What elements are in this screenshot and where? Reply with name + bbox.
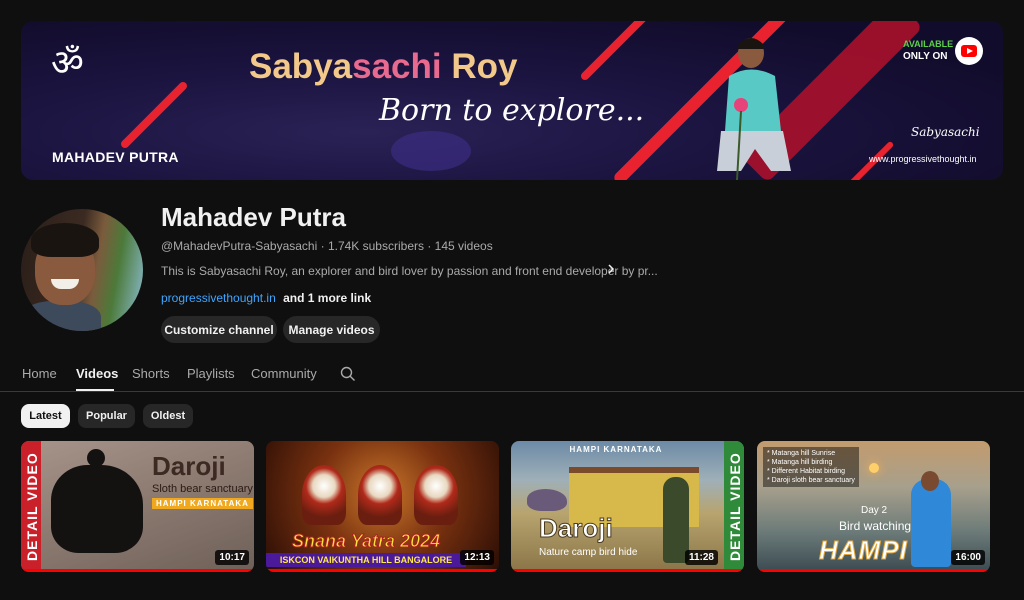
video-notes-overlay: * Matanga hill Sunrise * Matanga hill bi… — [763, 447, 859, 487]
tab-community[interactable]: Community — [251, 366, 317, 381]
person-head-image — [921, 471, 939, 491]
deity-image — [302, 465, 346, 525]
video-day-overlay: Day 2 — [861, 505, 888, 516]
video-title-overlay: Snana Yatra 2024 — [291, 531, 441, 552]
video-duration: 10:17 — [215, 550, 249, 565]
channel-banner: ॐ Sabyasachi Roy Born to explore... MAHA… — [21, 21, 1003, 180]
channel-avatar[interactable] — [21, 209, 143, 331]
avatar-hair — [31, 223, 99, 257]
channel-handle: @MahadevPutra-Sabyasachi — [161, 239, 318, 253]
banner-signature: Sabyasachi — [911, 125, 980, 139]
chip-oldest[interactable]: Oldest — [143, 404, 193, 428]
person-image — [911, 479, 951, 567]
video-side-label: DETAIL VIDEO — [727, 452, 743, 561]
video-location-overlay: HAMPI KARNATAKA — [569, 445, 663, 454]
video-side-label: DETAIL VIDEO — [24, 452, 40, 561]
watch-progress — [266, 569, 499, 572]
banner-only-on-text: ONLY ON — [903, 51, 948, 62]
video-side-banner: DETAIL VIDEO — [724, 441, 744, 572]
video-location-overlay: HAMPI KARNATAKA — [152, 498, 253, 509]
banner-tagline: Born to explore... — [379, 93, 645, 128]
video-thumbnail[interactable]: HAMPI KARNATAKA Daroji Nature camp bird … — [511, 441, 744, 572]
youtube-logo-icon — [955, 37, 983, 65]
video-thumbnail[interactable]: Snana Yatra 2024 ISKCON VAIKUNTHA HILL B… — [266, 441, 499, 572]
channel-meta: @MahadevPutra-Sabyasachi · 1.74K subscri… — [161, 239, 493, 253]
manage-videos-button[interactable]: Manage videos — [283, 316, 380, 343]
tab-videos[interactable]: Videos — [76, 366, 118, 381]
tab-playlists[interactable]: Playlists — [187, 366, 235, 381]
banner-channel-label: MAHADEV PUTRA — [52, 149, 179, 165]
video-duration: 11:28 — [684, 550, 718, 565]
video-title-overlay: HAMPI — [819, 535, 908, 566]
chip-popular[interactable]: Popular — [78, 404, 135, 428]
more-links-button[interactable]: and 1 more link — [283, 291, 371, 305]
deity-image — [358, 465, 402, 525]
video-note: * Different Habitat birding — [767, 468, 846, 475]
channel-subscribers: 1.74K subscribers — [327, 239, 424, 253]
banner-url: www.progressivethought.in — [869, 154, 977, 164]
video-subtitle-overlay: Bird watching — [839, 519, 912, 533]
avatar-shirt — [21, 301, 101, 331]
channel-video-count: 145 videos — [434, 239, 493, 253]
video-note: * Matanga hill Sunrise — [767, 450, 836, 457]
video-title-overlay: Daroji — [152, 451, 226, 481]
banner-name: Sabyasachi Roy — [249, 47, 517, 87]
video-duration: 12:13 — [460, 550, 494, 565]
chip-latest[interactable]: Latest — [21, 404, 70, 428]
channel-links: progressivethought.in and 1 more link — [161, 291, 371, 305]
channel-title: Mahadev Putra — [161, 202, 346, 232]
customize-channel-button[interactable]: Customize channel — [161, 316, 277, 343]
active-tab-indicator — [76, 389, 114, 391]
meta-separator: · — [423, 239, 435, 253]
channel-tabs: Home Videos Shorts Playlists Community — [0, 358, 1024, 392]
watch-progress — [21, 569, 254, 572]
video-side-banner: DETAIL VIDEO — [21, 441, 41, 572]
banner-name-part: sachi — [352, 47, 442, 86]
banner-stripe — [119, 80, 189, 150]
video-note: * Matanga hill birding — [767, 459, 833, 466]
banner-name-part: Roy — [441, 47, 518, 86]
om-icon: ॐ — [51, 43, 84, 84]
search-icon[interactable] — [340, 366, 356, 382]
video-note: * Daroji sloth bear sanctuary — [767, 477, 855, 484]
banner-blob — [391, 131, 471, 171]
banner-name-part: Sabya — [249, 47, 353, 86]
sloth-bear-image — [51, 465, 143, 553]
tab-shorts[interactable]: Shorts — [132, 366, 170, 381]
bird-image — [527, 489, 567, 511]
video-thumbnail[interactable]: * Matanga hill Sunrise * Matanga hill bi… — [757, 441, 990, 572]
banner-available-text: AVAILABLE — [903, 39, 954, 49]
channel-link[interactable]: progressivethought.in — [161, 291, 276, 305]
banner-stripe — [579, 21, 649, 82]
sloth-bear-cub-image — [87, 449, 105, 467]
banner-person-image — [717, 38, 791, 180]
channel-description[interactable]: This is Sabyasachi Roy, an explorer and … — [161, 264, 658, 278]
watch-progress — [757, 569, 990, 572]
video-subtitle-overlay: Nature camp bird hide — [539, 547, 638, 558]
chevron-right-icon[interactable] — [604, 262, 618, 276]
video-duration: 16:00 — [951, 550, 985, 565]
deity-image — [414, 465, 458, 525]
meta-separator: · — [317, 239, 328, 253]
video-location-overlay: ISKCON VAIKUNTHA HILL BANGALORE — [266, 553, 466, 567]
video-subtitle-overlay: Sloth bear sanctuary — [152, 483, 253, 495]
watch-progress — [511, 569, 744, 572]
tab-home[interactable]: Home — [22, 366, 57, 381]
video-thumbnail[interactable]: DETAIL VIDEO Daroji Sloth bear sanctuary… — [21, 441, 254, 572]
video-title-overlay: Daroji — [539, 513, 614, 544]
sun-image — [869, 463, 879, 473]
